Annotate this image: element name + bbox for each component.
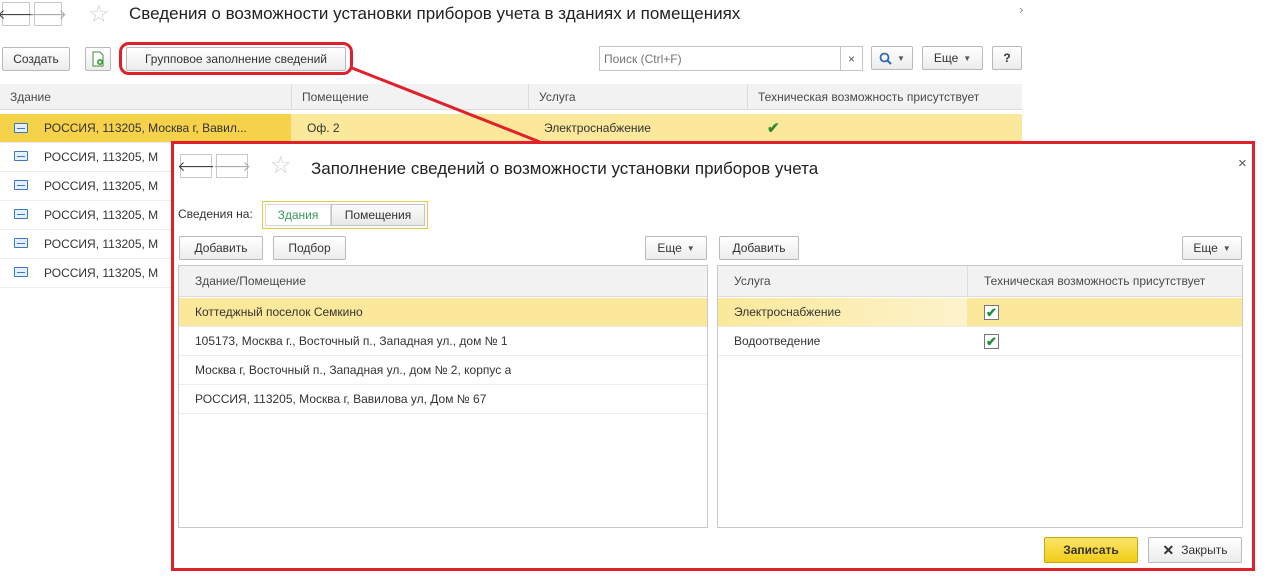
arrow-left-icon: 🡐 — [177, 157, 215, 174]
check-icon: ✔ — [986, 304, 997, 320]
left-add-button[interactable]: Добавить — [179, 236, 263, 260]
column-header-possible[interactable]: Техническая возможность присутствует — [968, 274, 1205, 288]
mode-label: Сведения на: — [178, 207, 253, 221]
buildings-grid: Здание/Помещение Коттеджный поселок Семк… — [178, 265, 708, 528]
list-item[interactable]: Москва г, Восточный п., Западная ул., до… — [179, 356, 707, 385]
list-item[interactable]: РОССИЯ, 113205, Москва г, Вавилова ул, Д… — [179, 385, 707, 414]
mode-rooms[interactable]: Помещения — [331, 204, 425, 226]
table-row[interactable]: Электроснабжение ✔ — [718, 298, 1242, 327]
list-item-label: Коттеджный поселок Семкино — [195, 305, 363, 319]
list-item[interactable]: Коттеджный поселок Семкино — [179, 298, 707, 327]
possible-checkbox[interactable]: ✔ — [984, 333, 999, 349]
mode-toggle: Здания Помещения — [262, 201, 428, 229]
right-add-button[interactable]: Добавить — [719, 236, 799, 260]
arrow-right-icon: 🡒 — [213, 157, 251, 174]
dialog-title: Заполнение сведений о возможности устано… — [311, 159, 819, 178]
chevron-down-icon: ▼ — [686, 243, 695, 253]
save-button[interactable]: Записать — [1044, 537, 1138, 563]
close-label: Закрыть — [1181, 543, 1228, 557]
list-item-label: 105173, Москва г., Восточный п., Западна… — [195, 334, 508, 348]
services-grid: Услуга Техническая возможность присутств… — [717, 265, 1243, 528]
possible-checkbox[interactable]: ✔ — [984, 304, 999, 320]
service-cell: Водоотведение — [734, 334, 821, 348]
chevron-down-icon: ▼ — [1222, 243, 1231, 253]
right-more-button[interactable]: Еще ▼ — [1182, 236, 1242, 260]
service-cell: Электроснабжение — [718, 298, 967, 326]
close-icon[interactable]: × — [1238, 155, 1247, 172]
table-row[interactable]: Водоотведение ✔ — [718, 327, 1242, 356]
check-icon: ✔ — [986, 333, 997, 349]
left-more-button[interactable]: Еще ▼ — [645, 236, 707, 260]
column-header-building-room[interactable]: Здание/Помещение — [179, 274, 306, 288]
dialog-forward-button[interactable]: 🡒 — [213, 154, 251, 178]
close-button[interactable]: ✕ Закрыть — [1148, 537, 1242, 563]
left-select-button[interactable]: Подбор — [273, 236, 346, 260]
more-label: Еще — [657, 241, 682, 255]
mode-buildings[interactable]: Здания — [265, 204, 331, 226]
fill-dialog: 🡐 🡒 ☆ Заполнение сведений о возможности … — [171, 141, 1255, 571]
close-icon: ✕ — [1162, 541, 1175, 558]
favorite-star-icon[interactable]: ☆ — [270, 151, 292, 180]
list-item-label: Москва г, Восточный п., Западная ул., до… — [195, 363, 512, 377]
more-label: Еще — [1193, 241, 1218, 255]
list-item[interactable]: 105173, Москва г., Восточный п., Западна… — [179, 327, 707, 356]
dialog-back-button[interactable]: 🡐 — [177, 154, 215, 178]
list-item-label: РОССИЯ, 113205, Москва г, Вавилова ул, Д… — [195, 392, 487, 406]
column-header-service[interactable]: Услуга — [718, 274, 967, 288]
